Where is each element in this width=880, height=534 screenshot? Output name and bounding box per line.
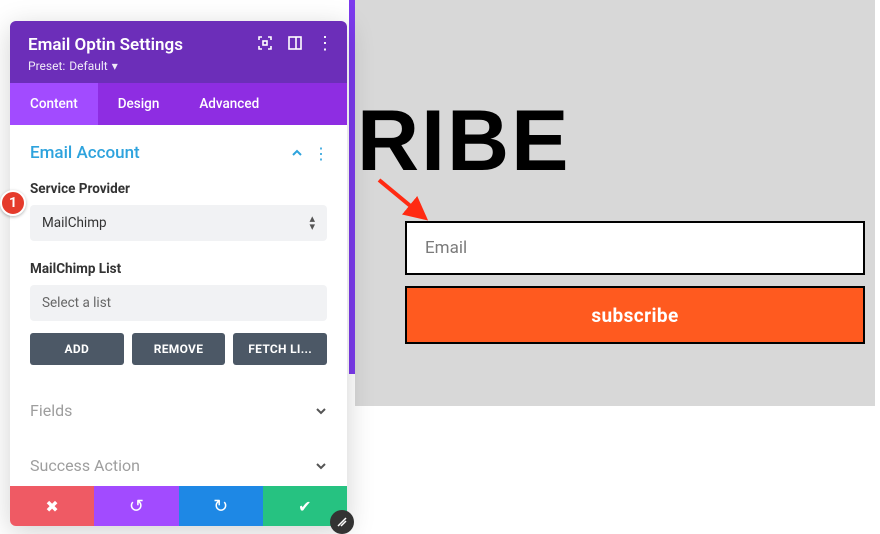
section-success-action[interactable]: Success Action	[10, 438, 347, 493]
panel-header: Email Optin Settings Preset: Default ▾ ⋮	[10, 21, 347, 83]
fetch-lists-button[interactable]: FETCH LI...	[233, 333, 327, 365]
resize-icon	[336, 516, 348, 528]
email-placeholder: Email	[425, 238, 467, 258]
service-provider-value: MailChimp	[42, 215, 107, 231]
page-preview: RIBE Email subscribe	[355, 0, 875, 406]
section-fields-title: Fields	[30, 401, 72, 420]
tab-advanced[interactable]: Advanced	[179, 83, 279, 125]
section-title: Email Account	[30, 143, 140, 163]
settings-panel: Email Optin Settings Preset: Default ▾ ⋮…	[10, 21, 347, 526]
section-fields[interactable]: Fields	[10, 383, 347, 438]
tab-bar: Content Design Advanced	[10, 83, 347, 125]
chevron-up-icon	[291, 147, 303, 159]
preset-prefix: Preset:	[28, 59, 65, 73]
mailchimp-list-label: MailChimp List	[30, 261, 327, 277]
redo-icon: ↻	[213, 496, 228, 517]
check-icon: ✔	[298, 497, 311, 516]
email-input-preview[interactable]: Email	[405, 221, 865, 275]
caret-down-icon: ▾	[112, 59, 118, 73]
tab-content[interactable]: Content	[10, 83, 98, 125]
service-provider-label: Service Provider	[30, 181, 327, 197]
cancel-button[interactable]: ✖	[10, 486, 94, 526]
preset-selector[interactable]: Preset: Default ▾	[28, 59, 329, 73]
redo-button[interactable]: ↻	[179, 486, 263, 526]
mailchimp-list-select[interactable]: Select a list	[30, 285, 327, 321]
resize-handle[interactable]	[330, 510, 354, 534]
annotation-arrow-icon	[375, 174, 437, 228]
section-more-icon[interactable]: ⋮	[313, 144, 329, 163]
annotation-callout-1: 1	[0, 190, 26, 216]
subscribe-label: subscribe	[591, 304, 678, 327]
section-email-account[interactable]: Email Account ⋮	[10, 125, 347, 175]
select-updown-icon: ▴▾	[309, 215, 315, 231]
section-success-title: Success Action	[30, 456, 140, 475]
chevron-down-icon	[315, 405, 327, 417]
more-icon[interactable]: ⋮	[317, 35, 333, 51]
focus-icon[interactable]	[257, 35, 273, 51]
tab-design[interactable]: Design	[98, 83, 180, 125]
preset-value: Default	[69, 59, 107, 73]
sidebar-toggle-icon[interactable]	[287, 35, 303, 51]
undo-icon: ↺	[129, 496, 144, 517]
subscribe-button-preview[interactable]: subscribe	[405, 286, 865, 344]
service-provider-select[interactable]: MailChimp ▴▾	[30, 205, 327, 241]
remove-button[interactable]: REMOVE	[132, 333, 226, 365]
panel-footer: ✖ ↺ ↻ ✔	[10, 486, 347, 526]
chevron-down-icon	[315, 460, 327, 472]
close-icon: ✖	[45, 497, 58, 516]
undo-button[interactable]: ↺	[94, 486, 178, 526]
add-button[interactable]: ADD	[30, 333, 124, 365]
mailchimp-list-value: Select a list	[42, 295, 111, 311]
